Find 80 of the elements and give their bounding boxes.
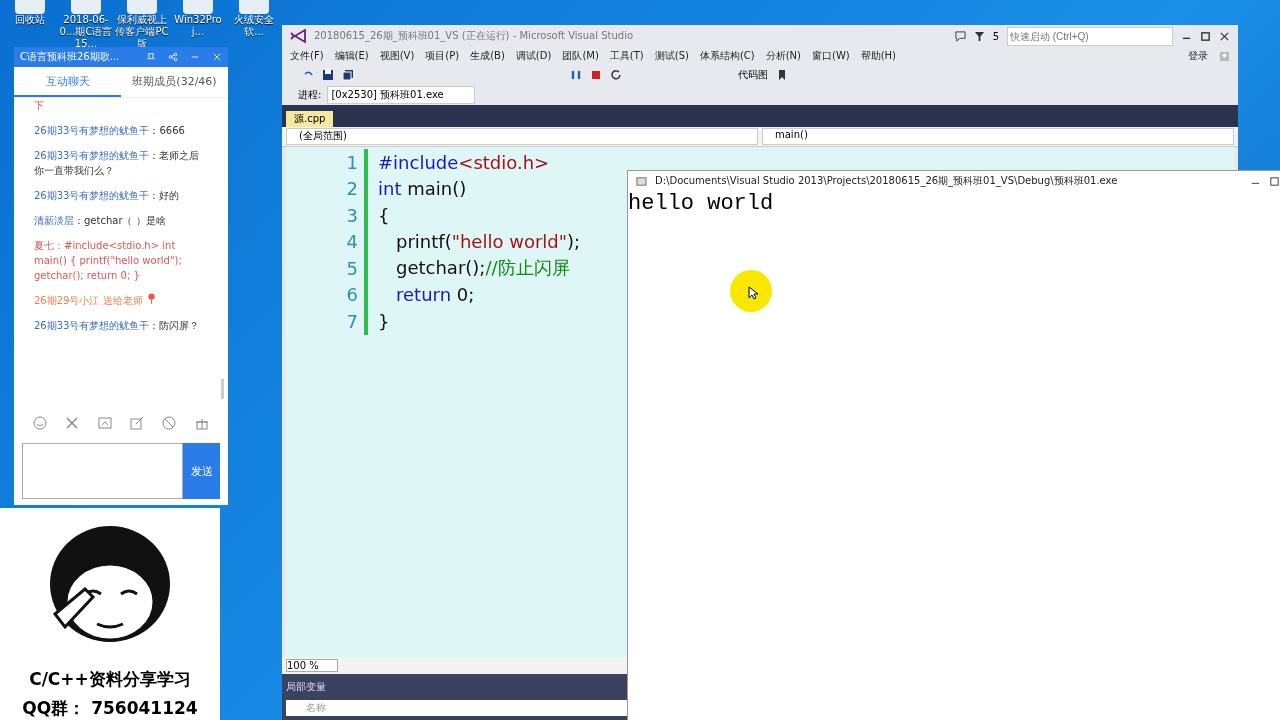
console-icon: [636, 175, 647, 187]
process-dropdown[interactable]: [0x2530] 预科班01.exe: [327, 86, 476, 104]
line-number: 6: [286, 281, 368, 308]
menu-item[interactable]: 项目(P): [425, 49, 460, 63]
process-label: 进程:: [298, 88, 322, 102]
stop-icon[interactable]: [590, 69, 602, 81]
share-icon[interactable]: [168, 52, 178, 62]
chat-message: 下: [34, 99, 45, 113]
feedback-icon[interactable]: [954, 30, 966, 42]
save-all-icon[interactable]: [342, 69, 354, 81]
line-number: 1: [286, 149, 368, 176]
line-number: 3: [286, 202, 368, 229]
code-line: return 0;: [395, 284, 475, 306]
code-line: }: [377, 310, 390, 332]
maximize-icon[interactable]: [1269, 175, 1280, 187]
menu-item[interactable]: 窗口(W): [812, 49, 850, 63]
code-map-button[interactable]: 代码图: [738, 68, 768, 82]
zoom-dropdown[interactable]: 100 %: [286, 659, 338, 672]
qq-group-text: QQ群： 756041124: [22, 697, 198, 720]
gift-icon[interactable]: [194, 416, 209, 430]
desktop-icon-label[interactable]: 2018-06-0...期C语言15...: [58, 14, 114, 50]
console-output: hello world: [628, 191, 774, 216]
menu-item[interactable]: 编辑(E): [334, 49, 369, 63]
chat-message: 26期33号有梦想的鱿鱼干：防闪屏？: [34, 319, 201, 333]
block-icon[interactable]: [162, 416, 177, 430]
bookmark-icon[interactable]: [776, 69, 788, 81]
desktop-icon-label[interactable]: Win32Proj...: [170, 14, 226, 38]
menu-item[interactable]: 生成(B): [470, 49, 505, 63]
chat-message: 26期33号有梦想的鱿鱼干：6666: [34, 124, 186, 138]
line-number: 2: [286, 175, 368, 202]
code-line: getchar();//防止闪屏: [395, 256, 570, 281]
chat-window-title: C语言预科班26期歌...: [20, 50, 121, 64]
menu-item[interactable]: 文件(F): [290, 49, 324, 63]
menu-item[interactable]: 团队(M): [562, 49, 599, 63]
menu-item[interactable]: 分析(N): [765, 49, 801, 63]
user-icon[interactable]: [1219, 50, 1230, 62]
code-line: int main(): [377, 178, 467, 200]
menu-item[interactable]: 调试(D): [515, 49, 552, 63]
scissors-icon[interactable]: [65, 416, 80, 430]
chat-message: 夏七：#include<stdio.h> int main() { printf("hello world"); getchar(); return 0; }: [34, 239, 183, 283]
code-line: #include<stdio.h>: [377, 151, 550, 173]
send-button[interactable]: 发送: [183, 443, 220, 499]
mouse-pointer-icon: [748, 286, 758, 300]
edit-icon[interactable]: [130, 416, 145, 430]
image-icon[interactable]: [97, 416, 112, 430]
sign-in-link[interactable]: 登录: [1188, 49, 1208, 63]
line-number: 5: [286, 255, 368, 282]
close-icon[interactable]: [1219, 30, 1230, 42]
menu-item[interactable]: 工具(T): [609, 49, 644, 63]
emoji-icon[interactable]: [33, 416, 48, 430]
save-icon[interactable]: [322, 69, 334, 81]
line-number: 7: [286, 308, 368, 335]
quick-launch-field[interactable]: 快速启动 (Ctrl+Q): [1007, 26, 1173, 46]
code-line: printf("hello world");: [395, 231, 581, 253]
member-dropdown[interactable]: main(): [762, 128, 1234, 145]
window-title: D:\Documents\Visual Studio 2013\Projects\20180615_26期_预科班01_VS\Debug\预科班01.exe: [655, 174, 1118, 188]
menu-item[interactable]: 视图(V): [379, 49, 415, 63]
window-title: 20180615_26期_预科班01_VS (正在运行) - Microsoft Visual Studio: [314, 29, 634, 43]
chat-message: 26期33号有梦想的鱿鱼干：老师之后你一直带我们么？: [34, 149, 201, 178]
chat-message: 26期33号有梦想的鱿鱼干：好的: [34, 189, 181, 203]
document-tab[interactable]: 源.cpp: [286, 111, 334, 127]
menu-item[interactable]: 测试(S): [654, 49, 689, 63]
desktop-icon-label[interactable]: 火绒安全软...: [226, 14, 282, 38]
code-line: {: [377, 204, 390, 226]
chat-message: 26期29号小江 送给老师: [34, 293, 208, 308]
restart-icon[interactable]: [610, 69, 622, 81]
notification-count[interactable]: 5: [992, 30, 999, 42]
panel-title: 局部变量: [286, 680, 327, 694]
promo-title: C/C++资料分享学习: [29, 668, 191, 691]
maximize-icon[interactable]: [1200, 30, 1211, 42]
scope-dropdown[interactable]: (全局范围): [286, 128, 758, 145]
message-input[interactable]: [22, 443, 183, 499]
menu-item[interactable]: 体系结构(C): [699, 49, 755, 63]
desktop-icon-label[interactable]: 回收站: [15, 14, 45, 26]
pause-icon[interactable]: [570, 69, 582, 81]
pin-icon[interactable]: [146, 52, 156, 62]
chat-message: 清新淡层：getchar（ ）是啥: [34, 214, 167, 228]
line-number: 4: [286, 228, 368, 255]
menu-item[interactable]: 帮助(H): [860, 49, 896, 63]
flower-icon: [146, 293, 156, 304]
